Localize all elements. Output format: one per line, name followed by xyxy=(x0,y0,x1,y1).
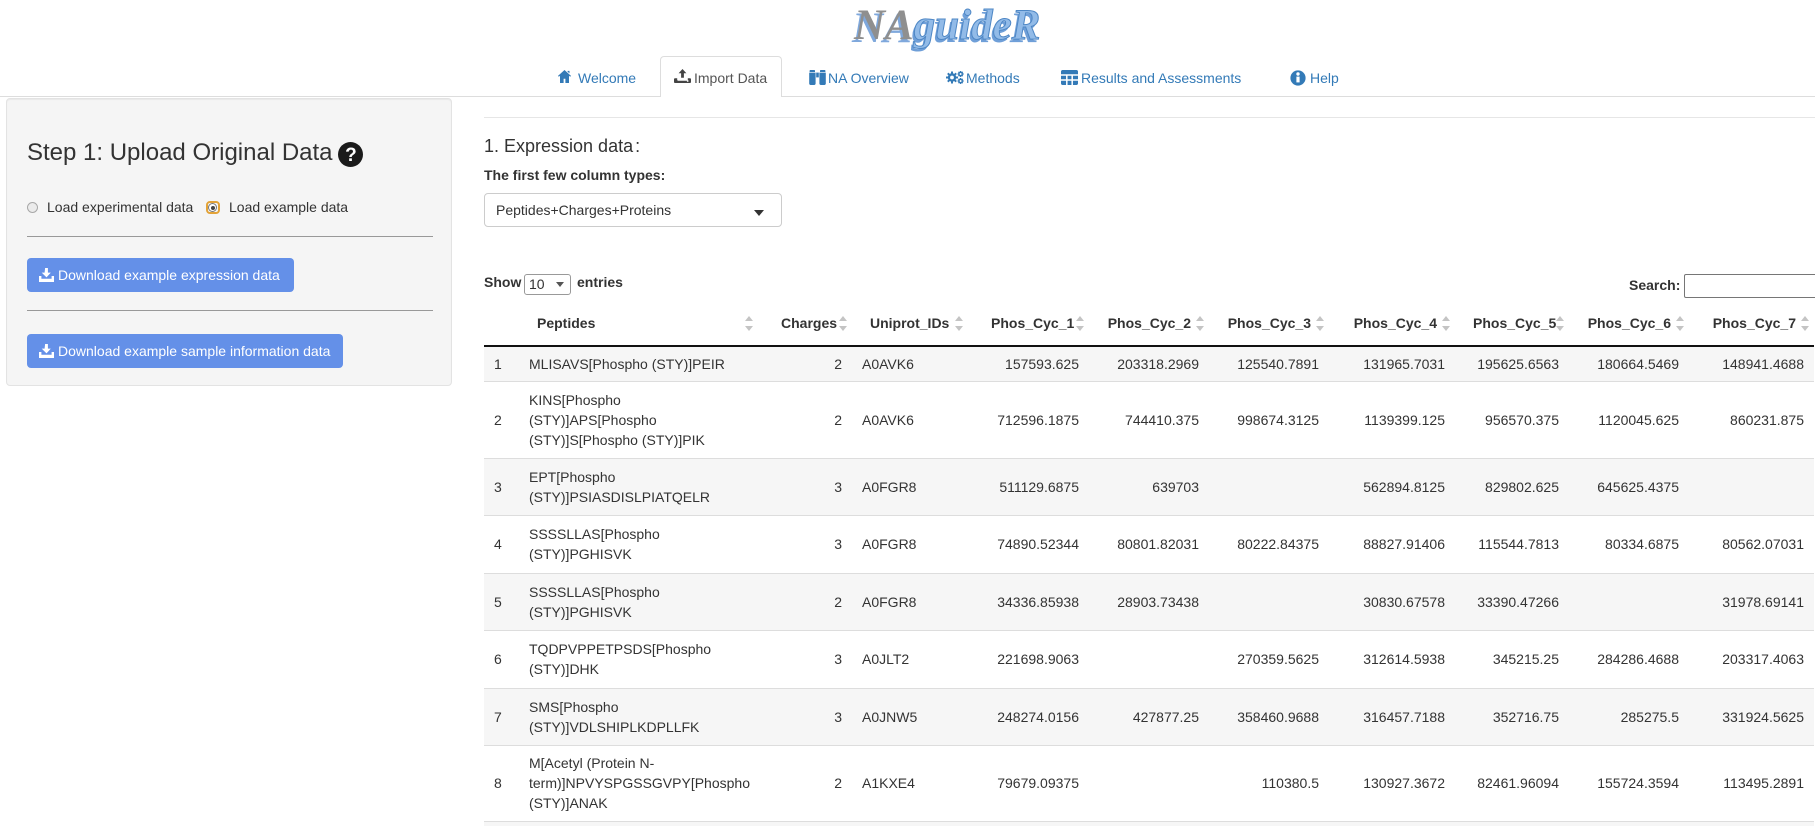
svg-text:?: ? xyxy=(345,145,357,166)
